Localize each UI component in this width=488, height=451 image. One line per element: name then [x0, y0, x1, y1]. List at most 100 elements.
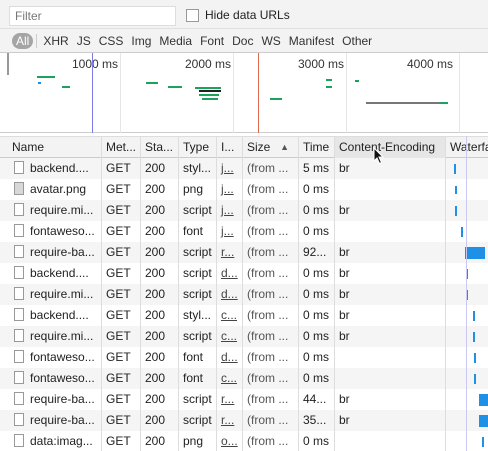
cell-initiator[interactable]: j...	[217, 158, 243, 179]
hide-data-urls-checkbox[interactable]	[186, 8, 199, 22]
table-row[interactable]: backend.... GET 200 styl... c... (from ... 0 m…	[0, 305, 488, 326]
cell-status: 200	[141, 221, 179, 242]
cell-encoding: br	[335, 158, 446, 179]
column-header-method[interactable]: Met...	[102, 137, 141, 158]
request-name: data:imag...	[30, 434, 93, 448]
document-file-icon	[14, 287, 24, 300]
cell-initiator[interactable]: r...	[217, 410, 243, 431]
type-filter-other[interactable]: Other	[339, 33, 375, 49]
cell-status: 200	[141, 200, 179, 221]
table-row[interactable]: backend.... GET 200 styl... j... (from ... 5 m…	[0, 158, 488, 179]
column-header-content-encoding[interactable]: Content-Encoding	[335, 137, 446, 158]
column-header-name[interactable]: Name	[8, 137, 102, 158]
waterfall-timing-bar	[455, 205, 457, 216]
request-name: fontaweso...	[30, 224, 95, 238]
overview-grid-line	[120, 53, 121, 133]
table-row[interactable]: data:imag... GET 200 png o... (from ... 0 ms	[0, 431, 488, 451]
table-row[interactable]: backend.... GET 200 script d... (from ... 0 ms…	[0, 263, 488, 284]
column-header-type[interactable]: Type	[179, 137, 217, 158]
table-row[interactable]: fontaweso... GET 200 font c... (from ... 0 ms	[0, 368, 488, 389]
request-name: backend....	[30, 308, 89, 322]
cell-time: 0 ms	[299, 221, 335, 242]
cell-time: 0 ms	[299, 305, 335, 326]
cell-initiator[interactable]: c...	[217, 305, 243, 326]
type-filter-manifest[interactable]: Manifest	[286, 33, 337, 49]
hide-data-urls-toggle[interactable]: Hide data URLs	[186, 8, 290, 22]
table-row[interactable]: require-ba... GET 200 script r... (from ... 35…	[0, 410, 488, 431]
cell-initiator[interactable]: d...	[217, 284, 243, 305]
cell-size: (from ...	[243, 158, 299, 179]
table-row[interactable]: require-ba... GET 200 script r... (from ... 92…	[0, 242, 488, 263]
table-row[interactable]: require.mi... GET 200 script c... (from ... 0 …	[0, 326, 488, 347]
cell-status: 200	[141, 242, 179, 263]
request-name: require-ba...	[30, 413, 95, 427]
network-overview-timeline[interactable]: 1000 ms 2000 ms 3000 ms 4000 ms	[0, 53, 488, 133]
document-file-icon	[14, 413, 24, 426]
cell-encoding: br	[335, 326, 446, 347]
overview-request-bar	[355, 80, 359, 82]
cell-type: font	[179, 221, 217, 242]
waterfall-timing-bar	[455, 185, 457, 194]
cell-size: (from ...	[243, 389, 299, 410]
type-filter-font[interactable]: Font	[197, 33, 227, 49]
cell-name: require-ba...	[8, 389, 102, 410]
waterfall-timing-bar	[474, 373, 476, 384]
cell-initiator[interactable]: j...	[217, 179, 243, 200]
cell-initiator[interactable]: j...	[217, 200, 243, 221]
cell-initiator[interactable]: d...	[217, 263, 243, 284]
cell-initiator[interactable]: c...	[217, 326, 243, 347]
column-header-size[interactable]: Size ▲	[243, 137, 299, 158]
cell-initiator[interactable]: c...	[217, 368, 243, 389]
hide-data-urls-label: Hide data URLs	[205, 8, 290, 22]
cell-initiator[interactable]: d...	[217, 347, 243, 368]
table-row[interactable]: avatar.png GET 200 png j... (from ... 0 ms	[0, 179, 488, 200]
filter-input[interactable]	[9, 6, 176, 26]
request-name: avatar.png	[30, 182, 87, 196]
type-filter-xhr[interactable]: XHR	[40, 33, 71, 49]
cell-initiator[interactable]: o...	[217, 431, 243, 451]
request-name: require.mi...	[30, 287, 94, 301]
table-row[interactable]: fontaweso... GET 200 font d... (from ... 0 ms	[0, 347, 488, 368]
column-header-initiator[interactable]: I...	[217, 137, 243, 158]
overview-request-bar	[146, 82, 158, 84]
overview-range-handle-left[interactable]	[7, 53, 9, 75]
cell-method: GET	[102, 368, 141, 389]
column-header-size-label: Size	[247, 140, 271, 154]
cell-encoding: br	[335, 389, 446, 410]
type-filter-css[interactable]: CSS	[96, 33, 127, 49]
overview-request-bar	[195, 87, 221, 89]
cell-type: styl...	[179, 305, 217, 326]
cell-time: 44...	[299, 389, 335, 410]
type-filter-js[interactable]: JS	[74, 33, 94, 49]
column-header-status[interactable]: Sta...	[141, 137, 179, 158]
cell-time: 0 ms	[299, 368, 335, 389]
cell-type: script	[179, 326, 217, 347]
table-row[interactable]: fontaweso... GET 200 font j... (from ... 0 ms	[0, 221, 488, 242]
cell-time: 0 ms	[299, 326, 335, 347]
column-header-time[interactable]: Time	[299, 137, 335, 158]
type-filter-ws[interactable]: WS	[258, 33, 283, 49]
document-file-icon	[14, 161, 24, 174]
cell-initiator[interactable]: r...	[217, 389, 243, 410]
overview-request-bar	[62, 86, 70, 88]
cell-method: GET	[102, 347, 141, 368]
cell-initiator[interactable]: r...	[217, 242, 243, 263]
type-filter-img[interactable]: Img	[128, 33, 154, 49]
cell-name: require-ba...	[8, 410, 102, 431]
cell-time: 92...	[299, 242, 335, 263]
type-filter-all[interactable]: All	[12, 32, 34, 49]
cell-size: (from ...	[243, 410, 299, 431]
table-row[interactable]: require.mi... GET 200 script d... (from ... 0 …	[0, 284, 488, 305]
table-row[interactable]: require-ba... GET 200 script r... (from ... 44…	[0, 389, 488, 410]
overview-tick-label: 3000 ms	[298, 57, 345, 71]
document-file-icon	[14, 350, 24, 363]
cell-size: (from ...	[243, 431, 299, 451]
column-header-waterfall[interactable]: Waterfa	[446, 137, 488, 158]
cell-name: fontaweso...	[8, 368, 102, 389]
type-filter-media[interactable]: Media	[156, 33, 195, 49]
document-file-icon	[14, 203, 24, 216]
cell-name: avatar.png	[8, 179, 102, 200]
table-row[interactable]: require.mi... GET 200 script j... (from ... 0 …	[0, 200, 488, 221]
cell-initiator[interactable]: j...	[217, 221, 243, 242]
type-filter-doc[interactable]: Doc	[229, 33, 256, 49]
